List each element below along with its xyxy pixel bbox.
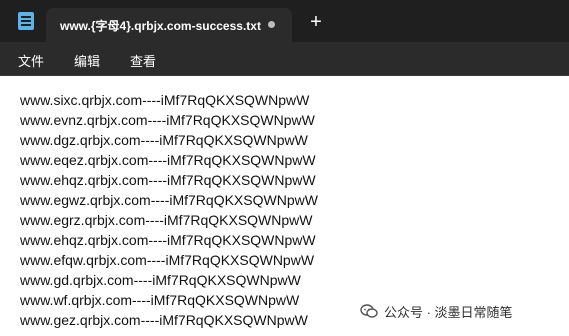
text-line: www.evnz.qrbjx.com----iMf7RqQKXSQWNpwW: [20, 112, 315, 128]
unsaved-indicator-icon[interactable]: [268, 21, 275, 28]
menu-bar: 文件 编辑 查看: [0, 42, 569, 76]
new-tab-button[interactable]: +: [305, 12, 327, 34]
watermark-text: 公众号 · 淡墨日常随笔: [384, 305, 513, 320]
menu-file[interactable]: 文件: [18, 51, 44, 70]
text-editor[interactable]: www.sixc.qrbjx.com----iMf7RqQKXSQWNpwW w…: [0, 76, 569, 336]
text-line: www.wf.qrbjx.com----iMf7RqQKXSQWNpwW: [20, 292, 300, 308]
text-line: www.eqez.qrbjx.com----iMf7RqQKXSQWNpwW: [20, 152, 316, 168]
text-line: www.egwz.qrbjx.com----iMf7RqQKXSQWNpwW: [20, 192, 318, 208]
title-bar: www.{字母4}.qrbjx.com-success.txt +: [0, 0, 569, 42]
menu-edit[interactable]: 编辑: [74, 51, 100, 70]
text-line: www.gez.qrbjx.com----iMf7RqQKXSQWNpwW: [20, 312, 308, 328]
menu-view[interactable]: 查看: [130, 51, 156, 70]
text-line: www.ehqz.qrbjx.com----iMf7RqQKXSQWNpwW: [20, 232, 316, 248]
tab-title: www.{字母4}.qrbjx.com-success.txt: [60, 19, 261, 33]
text-line: www.egrz.qrbjx.com----iMf7RqQKXSQWNpwW: [20, 212, 313, 228]
text-line: www.ehqz.qrbjx.com----iMf7RqQKXSQWNpwW: [20, 172, 316, 188]
text-line: www.sixc.qrbjx.com----iMf7RqQKXSQWNpwW: [20, 92, 310, 108]
text-line: www.efqw.qrbjx.com----iMf7RqQKXSQWNpwW: [20, 252, 315, 268]
tab-active-file[interactable]: www.{字母4}.qrbjx.com-success.txt: [46, 8, 292, 42]
wechat-icon: [360, 304, 378, 318]
notepad-icon: [18, 12, 34, 30]
notepad-window: www.{字母4}.qrbjx.com-success.txt + 文件 编辑 …: [0, 0, 569, 336]
text-line: www.dgz.qrbjx.com----iMf7RqQKXSQWNpwW: [20, 132, 308, 148]
text-line: www.gd.qrbjx.com----iMf7RqQKXSQWNpwW: [20, 272, 301, 288]
